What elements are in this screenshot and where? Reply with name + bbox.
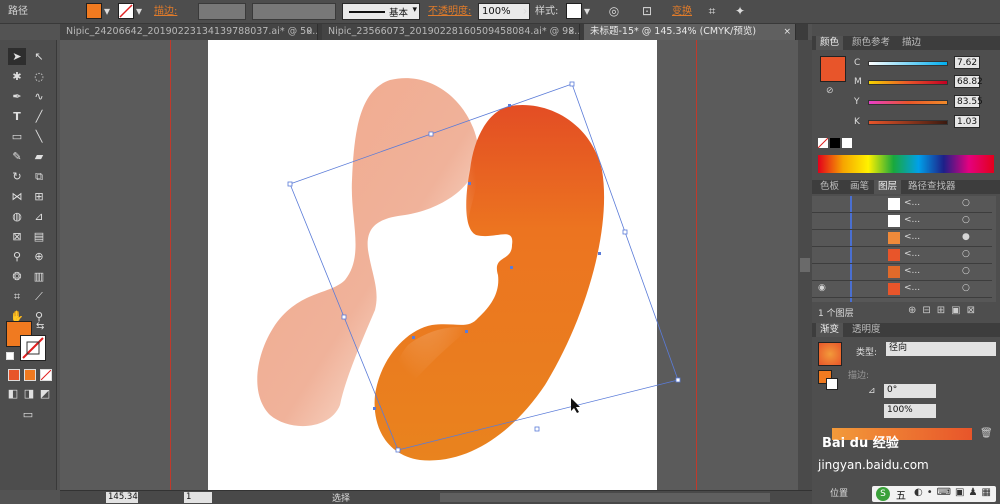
layer-thumbnail <box>888 198 900 210</box>
aspect-ratio-field[interactable]: 100% <box>884 404 936 418</box>
tab-gradient[interactable]: 渐变 <box>816 323 844 337</box>
color-panel-tabs: 颜色 颜色参考 描边 <box>812 36 1000 50</box>
none-swatch[interactable] <box>817 137 829 149</box>
layer-thumbnail <box>888 249 900 261</box>
layer-name: <... <box>904 232 921 242</box>
zoom-field[interactable]: 145.34 <box>106 492 138 503</box>
gradient-stroke-label: 描边: <box>848 371 870 381</box>
layer-row[interactable]: <... ● <box>812 230 992 247</box>
k-slider[interactable] <box>868 120 948 125</box>
right-panel-dock: 颜色 颜色参考 描边 ⊘ C 7.62 M 68.82 Y 83.55 K 1.… <box>812 24 1000 504</box>
out-of-gamut-icon[interactable]: ⊘ <box>826 86 834 96</box>
gradient-stroke-swatch[interactable] <box>826 378 838 390</box>
angle-icon: ⊿ <box>868 386 876 396</box>
layer-name: <... <box>904 249 921 259</box>
delete-stop-icon[interactable]: 🗑 <box>980 428 993 439</box>
tab-brushes[interactable]: 画笔 <box>846 180 873 194</box>
m-slider[interactable] <box>868 80 948 85</box>
gradient-position-label: 位置 <box>830 489 849 499</box>
layer-row[interactable]: <... ○ <box>812 196 992 213</box>
layer-row[interactable]: <... ○ <box>812 247 992 264</box>
mouse-cursor-icon <box>571 398 580 413</box>
layer-thumbnail <box>888 266 900 278</box>
y-slider[interactable] <box>868 100 948 105</box>
status-bar: 145.34 1 选择 <box>60 490 812 504</box>
taskbar-tray: S 五 ◐•⌨▣♟▦ <box>872 486 996 502</box>
target-icon[interactable]: ○ <box>962 266 970 276</box>
layer-thumbnail <box>888 232 900 244</box>
layer-actions-icons[interactable]: ⊕⊟⊞▣⊠ <box>908 305 981 316</box>
c-slider[interactable] <box>868 61 948 66</box>
layer-thumbnail <box>888 215 900 227</box>
gradient-panel-tabs: 渐变 透明度 <box>812 323 1000 337</box>
current-tool-label: 选择 <box>332 494 351 504</box>
layer-row[interactable]: <... ○ <box>812 213 992 230</box>
k-label: K <box>854 117 860 127</box>
c-value[interactable]: 7.62 <box>954 56 980 69</box>
black-swatch[interactable] <box>830 138 840 148</box>
layer-row[interactable]: <... ○ <box>812 264 992 281</box>
layer-name: <... <box>904 266 921 276</box>
tab-swatches[interactable]: 色板 <box>816 180 843 194</box>
layer-row[interactable]: ◉ <... ○ <box>812 281 992 298</box>
horizontal-scrollbar[interactable] <box>440 493 770 502</box>
tray-icons[interactable]: ◐•⌨▣♟▦ <box>914 487 995 498</box>
y-label: Y <box>854 97 860 107</box>
vertical-scrollbar[interactable] <box>798 40 812 490</box>
artwork-layer <box>257 78 681 461</box>
ime-logo-icon[interactable]: S <box>876 487 890 501</box>
target-icon[interactable]: ● <box>962 232 970 242</box>
watermark-logo: Bai du 经验 <box>822 436 899 451</box>
layer-name: <... <box>904 283 921 293</box>
m-label: M <box>854 77 862 87</box>
layer-thumbnail <box>888 283 900 295</box>
tab-pathfinder[interactable]: 路径查找器 <box>904 180 960 194</box>
target-icon[interactable]: ○ <box>962 249 970 259</box>
layers-panel-tabs: 色板 画笔 图层 路径查找器 <box>812 180 1000 194</box>
eye-icon[interactable]: ◉ <box>818 283 826 293</box>
artboard-number-field[interactable]: 1 <box>184 492 212 503</box>
scroll-thumb[interactable] <box>800 258 810 272</box>
color-spectrum[interactable] <box>818 155 994 173</box>
ime-mode-label[interactable]: 五 <box>896 487 906 502</box>
tab-layers[interactable]: 图层 <box>874 180 902 194</box>
target-icon[interactable]: ○ <box>962 198 970 208</box>
y-value[interactable]: 83.55 <box>954 95 983 108</box>
color-swatch-fill[interactable] <box>820 56 846 82</box>
tab-color-guide[interactable]: 颜色参考 <box>848 36 894 50</box>
tab-transparency[interactable]: 透明度 <box>848 323 885 337</box>
illustrator-window: 路径 ▾ ▾ 描边: 基本 ▾ 不透明度: 100% › 样式: ▾ ◎ ⊡ 变… <box>0 0 1000 504</box>
target-icon[interactable]: ○ <box>962 283 970 293</box>
gradient-type-label: 类型: <box>856 348 878 358</box>
watermark-url: jingyan.baidu.com <box>818 458 929 472</box>
layers-list: <... ○ <... ○ <... ● <... ○ <... ○ ◉ <... ○ <box>812 196 996 302</box>
layer-name: <... <box>904 198 921 208</box>
tab-color[interactable]: 颜色 <box>816 36 844 50</box>
white-swatch[interactable] <box>842 138 852 148</box>
layer-count-label: 1 个图层 <box>818 309 854 319</box>
gradient-type-select[interactable]: 径向 <box>886 342 996 356</box>
tab-stroke[interactable]: 描边 <box>898 36 925 50</box>
c-label: C <box>854 58 861 68</box>
layer-name: <... <box>904 215 921 225</box>
k-value[interactable]: 1.03 <box>954 115 980 128</box>
m-value[interactable]: 68.82 <box>954 75 983 88</box>
target-icon[interactable]: ○ <box>962 215 970 225</box>
gradient-preview[interactable] <box>818 342 842 366</box>
angle-field[interactable]: 0° <box>884 384 936 398</box>
